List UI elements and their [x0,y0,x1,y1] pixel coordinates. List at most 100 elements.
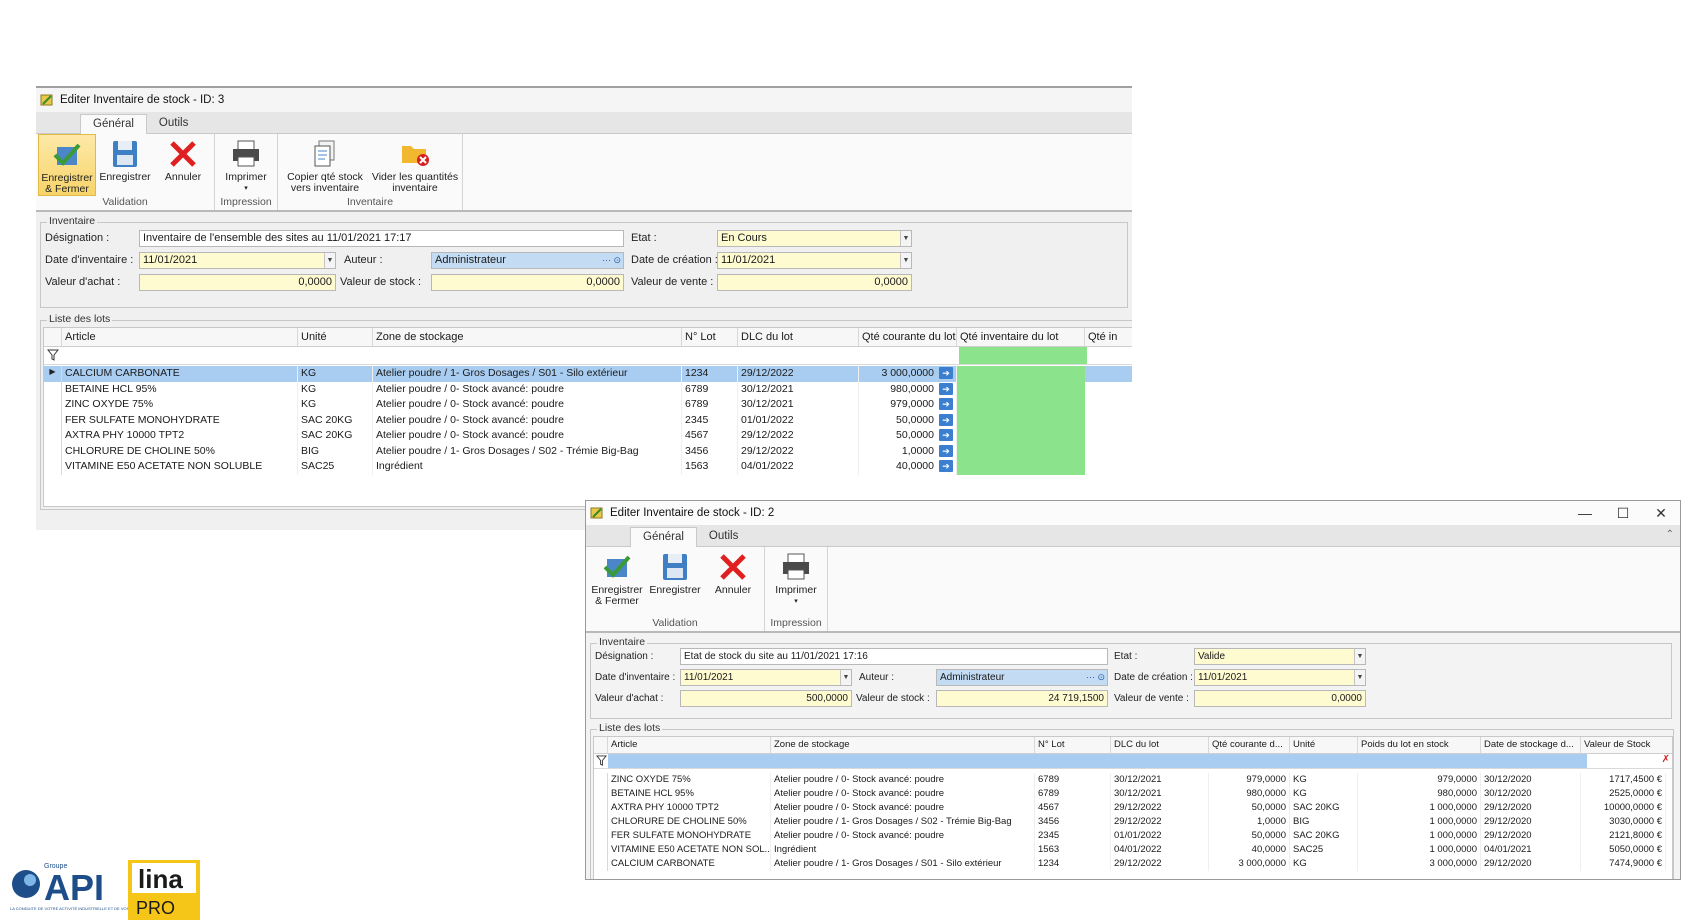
window-title: Editer Inventaire de stock - ID: 2 [610,507,775,519]
header-valeur-stock[interactable]: Valeur de Stock [1581,737,1666,753]
tab-general[interactable]: Général [630,527,697,547]
designation-field[interactable]: Etat de stock du site au 11/01/2021 17:1… [680,648,1108,665]
table-row[interactable]: ZINC OXYDE 75% Atelier poudre / 0- Stock … [594,773,1672,787]
filter-valeur-stock[interactable]: ✗ [1587,754,1672,768]
copy-stock-qty-button[interactable]: Copier qté stock vers inventaire [280,134,370,196]
copy-arrow-icon[interactable]: ➔ [939,367,953,379]
table-row[interactable]: FER SULFATE MONOHYDRATE SAC 20KG Atelier p… [44,412,1132,428]
header-dlc[interactable]: DLC du lot [1111,737,1209,753]
floppy-disk-icon [113,141,137,167]
print-button[interactable]: Imprimer ▾ [217,134,275,196]
filter-row[interactable] [44,347,1132,365]
date-creation-field[interactable]: 11/01/2021 ▼ [1194,669,1366,686]
table-row[interactable]: CALCIUM CARBONATE Atelier poudre / 1- Gro… [594,857,1672,871]
table-row[interactable]: FER SULFATE MONOHYDRATE Atelier poudre / … [594,829,1672,843]
lookup-icon[interactable]: ··· ⊙ [1081,670,1107,685]
filter-row[interactable]: ✗ [594,754,1672,769]
ribbon-group-validation: Enregistrer & Fermer Enregistrer Annuler… [36,134,215,210]
qte-inventaire-cell[interactable] [957,412,1085,428]
copy-arrow-icon[interactable]: ➔ [939,460,953,472]
etat-select[interactable]: En Cours ▼ [717,229,912,247]
clear-filter-icon[interactable]: ✗ [1662,754,1670,765]
qte-inventaire-cell[interactable] [957,459,1085,475]
close-button[interactable]: ✕ [1642,501,1680,525]
chevron-down-icon[interactable]: ▼ [1354,670,1365,685]
valeur-stock-field[interactable]: 24 719,1500 [936,690,1108,707]
chevron-down-icon[interactable]: ▼ [900,230,911,246]
save-close-button[interactable]: Enregistrer & Fermer [588,547,646,617]
table-row[interactable]: ZINC OXYDE 75% KG Atelier poudre / 0- Stoc… [44,397,1132,413]
print-button[interactable]: Imprimer ▾ [767,547,825,617]
save-button[interactable]: Enregistrer [646,547,704,617]
designation-field[interactable]: Inventaire de l'ensemble des sites au 11… [139,229,624,247]
valeur-vente-field[interactable]: 0,0000 [1194,690,1366,707]
filter-funnel-icon[interactable] [44,347,62,364]
header-zone[interactable]: Zone de stockage [771,737,1035,753]
header-unite[interactable]: Unité [298,328,373,346]
save-button[interactable]: Enregistrer [96,134,154,196]
table-row[interactable]: BETAINE HCL 95% Atelier poudre / 0- Stock… [594,787,1672,801]
valeur-achat-field[interactable]: 0,0000 [139,273,336,291]
minimize-button[interactable]: — [1566,501,1604,525]
cancel-button[interactable]: Annuler [704,547,762,617]
save-close-button[interactable]: Enregistrer & Fermer [38,134,96,196]
table-cell: BETAINE HCL 95% [62,381,298,397]
valeur-vente-field[interactable]: 0,0000 [717,273,912,291]
tab-outils[interactable]: Outils [147,114,200,133]
auteur-field[interactable]: Administrateur ··· ⊙ [936,669,1108,686]
table-row[interactable]: CHLORURE DE CHOLINE 50% Atelier poudre / … [594,815,1672,829]
date-creation-field[interactable]: 11/01/2021 ▼ [717,251,912,269]
auteur-field[interactable]: Administrateur ··· ⊙ [431,251,624,269]
etat-select[interactable]: Valide ▼ [1194,648,1366,665]
qte-inventaire-cell[interactable] [957,443,1085,459]
lots-legend: Liste des lots [597,722,663,734]
valeur-achat-field[interactable]: 500,0000 [680,690,852,707]
filter-funnel-icon[interactable] [594,754,608,768]
table-row[interactable]: AXTRA PHY 10000 TPT2 Atelier poudre / 0- … [594,801,1672,815]
header-qte-courante[interactable]: Qté courante d... [1209,737,1290,753]
header-dlc[interactable]: DLC du lot [738,328,859,346]
header-zone[interactable]: Zone de stockage [373,328,682,346]
chevron-down-icon[interactable]: ▼ [840,670,851,685]
header-qte-inventaire[interactable]: Qté inventaire du lot [957,328,1085,346]
header-poids[interactable]: Poids du lot en stock [1358,737,1481,753]
qte-inventaire-cell[interactable] [957,366,1085,382]
header-lot[interactable]: N° Lot [682,328,738,346]
api-lina-logo-icon: Groupe API LA CONDUITE DE VOTRE ACTIVITÉ… [10,860,200,920]
qte-inventaire-cell[interactable] [957,428,1085,444]
qte-inventaire-cell[interactable] [957,397,1085,413]
tab-outils[interactable]: Outils [697,527,750,546]
header-article[interactable]: Article [62,328,298,346]
date-inventaire-field[interactable]: 11/01/2021 ▼ [139,251,336,269]
table-row[interactable]: CHLORURE DE CHOLINE 50% BIG Atelier poudre… [44,443,1132,459]
valeur-stock-field[interactable]: 0,0000 [431,273,624,291]
filter-qte-inventaire[interactable] [959,347,1087,364]
table-row[interactable]: ▶ CALCIUM CARBONATE KG Atelier poudre / 1- … [44,366,1132,382]
collapse-ribbon-icon[interactable]: ⌃ [1666,529,1674,540]
copy-arrow-icon[interactable]: ➔ [939,429,953,441]
maximize-button[interactable]: ☐ [1604,501,1642,525]
clear-inventory-qty-button[interactable]: Vider les quantités inventaire [370,134,460,196]
table-row[interactable]: AXTRA PHY 10000 TPT2 SAC 20KG Atelier poud… [44,428,1132,444]
chevron-down-icon[interactable]: ▼ [1354,649,1365,664]
table-row[interactable]: VITAMINE E50 ACETATE NON SOLUBLE SAC25 Ing… [44,459,1132,475]
chevron-down-icon[interactable]: ▼ [900,252,911,268]
copy-arrow-icon[interactable]: ➔ [939,382,953,395]
header-lot[interactable]: N° Lot [1035,737,1111,753]
qte-inventaire-cell[interactable] [957,381,1085,397]
header-unite[interactable]: Unité [1290,737,1358,753]
cancel-button[interactable]: Annuler [154,134,212,196]
chevron-down-icon[interactable]: ▼ [324,252,335,268]
header-qte-in[interactable]: Qté in [1085,328,1125,346]
table-row[interactable]: BETAINE HCL 95% KG Atelier poudre / 0- Sto… [44,381,1132,397]
copy-arrow-icon[interactable]: ➔ [939,413,953,426]
header-date-stockage[interactable]: Date de stockage d... [1481,737,1581,753]
copy-arrow-icon[interactable]: ➔ [939,398,953,410]
header-qte-courante[interactable]: Qté courante du lot [859,328,957,346]
header-article[interactable]: Article [608,737,771,753]
lookup-icon[interactable]: ··· ⊙ [597,253,623,268]
date-inventaire-field[interactable]: 11/01/2021 ▼ [680,669,852,686]
table-row[interactable]: VITAMINE E50 ACETATE NON SOL... Ingrédien… [594,843,1672,857]
copy-arrow-icon[interactable]: ➔ [939,444,953,457]
tab-general[interactable]: Général [80,114,147,134]
